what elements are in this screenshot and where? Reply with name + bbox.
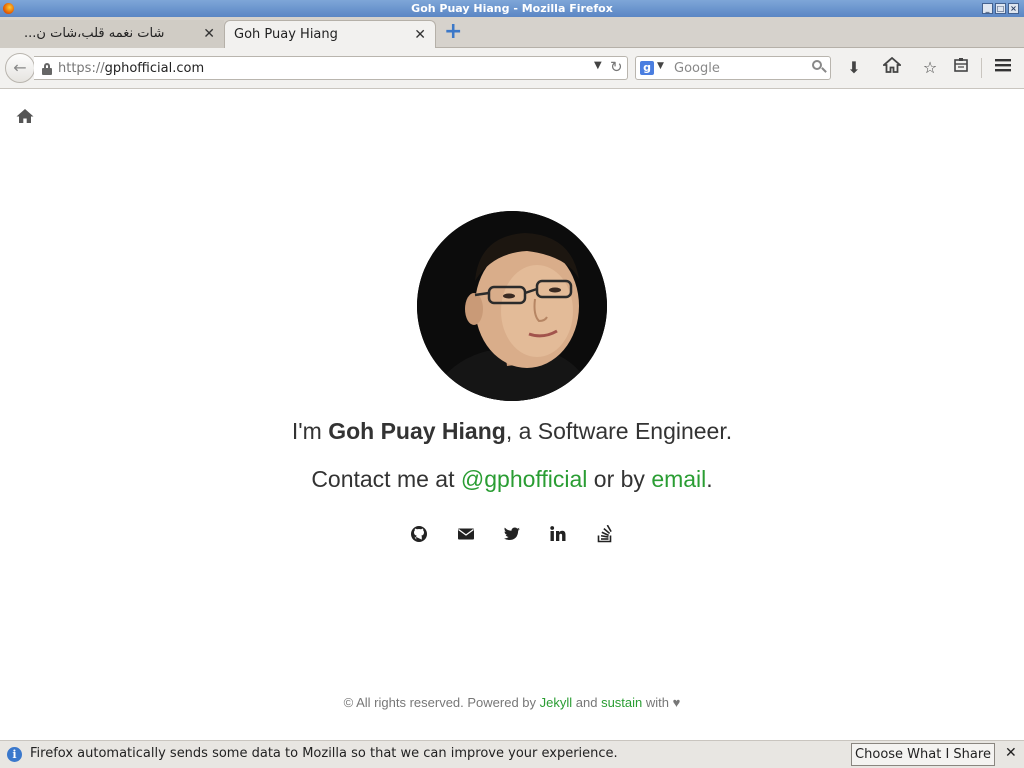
- close-window-button[interactable]: ×: [1008, 3, 1019, 14]
- notification-text: Firefox automatically sends some data to…: [30, 746, 618, 761]
- twitter-handle-link[interactable]: @gphofficial: [461, 466, 588, 492]
- magnifier-icon[interactable]: [812, 60, 827, 74]
- linkedin-icon[interactable]: [549, 525, 567, 543]
- search-bar[interactable]: g ▼ Google: [635, 56, 831, 80]
- close-notification-icon[interactable]: ✕: [1005, 745, 1017, 761]
- person-name: Goh Puay Hiang: [328, 418, 506, 444]
- sustain-link[interactable]: sustain: [601, 695, 642, 710]
- close-tab-icon[interactable]: ✕: [414, 21, 426, 49]
- page-content: I'm Goh Puay Hiang, a Software Engineer.…: [0, 90, 1024, 740]
- tab-strip: شات نغمه قلب،شات ن... ✕ Goh Puay Hiang ✕…: [0, 17, 1024, 48]
- firefox-logo-icon: [3, 3, 14, 14]
- reload-icon[interactable]: ↻: [610, 58, 623, 76]
- footer: © All rights reserved. Powered by Jekyll…: [343, 695, 681, 710]
- choose-what-i-share-button[interactable]: Choose What I Share: [851, 743, 995, 766]
- browser-window: Goh Puay Hiang - Mozilla Firefox _ □ × ش…: [0, 0, 1024, 768]
- jekyll-link[interactable]: Jekyll: [540, 695, 573, 710]
- toolbar-separator: [981, 58, 982, 78]
- social-links: [0, 524, 1024, 543]
- url-history-dropdown-icon[interactable]: ▼: [594, 60, 602, 71]
- search-engine-icon[interactable]: g: [640, 61, 654, 75]
- search-input[interactable]: Google: [674, 60, 720, 77]
- url-text[interactable]: https://gphofficial.com: [58, 60, 204, 77]
- hamburger-menu-icon[interactable]: [992, 57, 1014, 79]
- reading-list-icon[interactable]: [950, 57, 972, 79]
- back-arrow-icon: ←: [13, 58, 27, 77]
- avatar: [417, 211, 607, 401]
- window-title: Goh Puay Hiang - Mozilla Firefox: [411, 2, 613, 15]
- twitter-icon[interactable]: [503, 525, 521, 543]
- contact-text: Contact me at @gphofficial or by email.: [311, 466, 713, 492]
- email-link[interactable]: email: [651, 466, 706, 492]
- url-bar[interactable]: https://gphofficial.com ▼ ↻: [34, 56, 628, 80]
- tab-label: Goh Puay Hiang: [234, 27, 338, 42]
- info-icon: i: [7, 747, 22, 762]
- intro-text: I'm Goh Puay Hiang, a Software Engineer.: [291, 418, 733, 444]
- home-icon[interactable]: [881, 56, 903, 79]
- navigation-bar: ← https://gphofficial.com ▼ ↻ g ▼ Google…: [0, 48, 1024, 89]
- stackoverflow-icon[interactable]: [596, 524, 614, 543]
- github-icon[interactable]: [410, 525, 428, 543]
- close-tab-icon[interactable]: ✕: [203, 20, 215, 48]
- tab-goh-puay-hiang[interactable]: Goh Puay Hiang ✕: [224, 20, 436, 48]
- back-button[interactable]: ←: [5, 53, 35, 83]
- tab-chat[interactable]: شات نغمه قلب،شات ن... ✕: [0, 20, 224, 48]
- notification-bar: i Firefox automatically sends some data …: [0, 740, 1024, 768]
- search-engine-dropdown-icon[interactable]: ▼: [657, 61, 664, 71]
- download-icon[interactable]: ⬇: [843, 57, 865, 79]
- new-tab-button[interactable]: +: [444, 21, 462, 43]
- title-bar: Goh Puay Hiang - Mozilla Firefox _ □ ×: [0, 0, 1024, 17]
- tab-label: شات نغمه قلب،شات ن...: [24, 26, 165, 41]
- home-icon[interactable]: [16, 108, 34, 124]
- envelope-icon[interactable]: [457, 525, 475, 543]
- bookmark-star-icon[interactable]: ☆: [919, 57, 941, 79]
- lock-icon[interactable]: [42, 63, 52, 75]
- maximize-button[interactable]: □: [995, 3, 1006, 14]
- minimize-button[interactable]: _: [982, 3, 993, 14]
